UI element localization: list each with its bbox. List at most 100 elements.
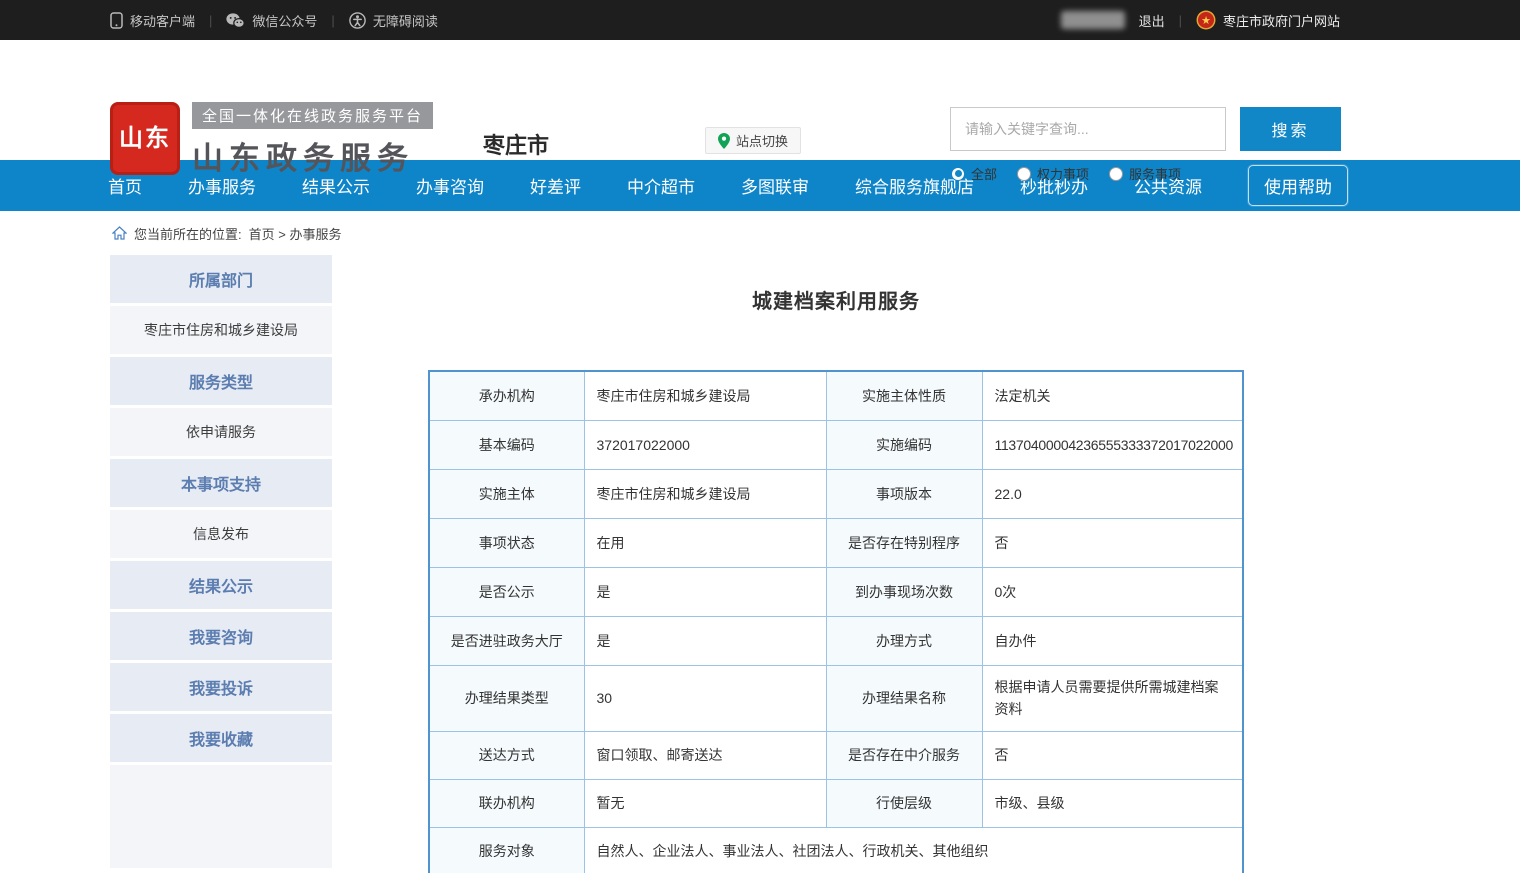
field-label: 联办机构 xyxy=(429,779,584,827)
topbar-link-mobile[interactable]: 移动客户端 xyxy=(110,11,195,30)
table-row: 送达方式窗口领取、邮寄送达是否存在中介服务否 xyxy=(429,731,1243,779)
radio-icon xyxy=(951,167,965,181)
search-scope-radio[interactable]: 全部 xyxy=(951,164,997,183)
field-label: 实施主体性质 xyxy=(826,371,982,420)
field-value: 372017022000 xyxy=(584,420,826,469)
sidebar: 所属部门枣庄市住房和城乡建设局服务类型依申请服务本事项支持信息发布结果公示我要咨… xyxy=(110,255,332,868)
sidebar-item[interactable]: 服务类型 xyxy=(110,357,332,405)
national-emblem-icon: ★ xyxy=(1196,10,1216,30)
field-value: 枣庄市住房和城乡建设局 xyxy=(584,371,826,420)
nav-item[interactable]: 好差评 xyxy=(530,173,581,198)
nav-item[interactable]: 多图联审 xyxy=(741,173,809,198)
topbar-link-accessibility[interactable]: 无障碍阅读 xyxy=(349,11,438,30)
topbar-links: 移动客户端 | 微信公众号 | 无障碍阅读 xyxy=(110,11,438,30)
breadcrumb-separator: > xyxy=(275,227,290,242)
field-value: 法定机关 xyxy=(982,371,1243,420)
field-value: 是 xyxy=(584,567,826,616)
table-row: 服务对象自然人、企业法人、事业法人、社团法人、行政机关、其他组织 xyxy=(429,827,1243,873)
search-input[interactable] xyxy=(950,107,1226,151)
field-value: 否 xyxy=(982,518,1243,567)
svg-text:★: ★ xyxy=(1201,15,1211,27)
topbar-user-area: 退出 | ★ 枣庄市政府门户网站 xyxy=(1061,10,1340,30)
topbar: 移动客户端 | 微信公众号 | 无障碍阅读 退出 | ★ 枣庄市政府门户网站 xyxy=(0,0,1520,40)
table-row: 实施主体枣庄市住房和城乡建设局事项版本22.0 xyxy=(429,469,1243,518)
nav-item[interactable]: 使用帮助 xyxy=(1248,165,1348,206)
search-button[interactable]: 搜索 xyxy=(1240,107,1341,151)
field-label: 事项状态 xyxy=(429,518,584,567)
field-value: 30 xyxy=(584,665,826,731)
mobile-icon xyxy=(110,12,123,29)
sidebar-item[interactable]: 枣庄市住房和城乡建设局 xyxy=(110,306,332,354)
field-label: 实施编码 xyxy=(826,420,982,469)
sidebar-item[interactable]: 所属部门 xyxy=(110,255,332,303)
field-value: 22.0 xyxy=(982,469,1243,518)
breadcrumb: 您当前所在的位置: 首页 > 办事服务 xyxy=(0,211,1520,255)
field-label: 到办事现场次数 xyxy=(826,567,982,616)
sidebar-item[interactable]: 信息发布 xyxy=(110,510,332,558)
field-label: 办理方式 xyxy=(826,616,982,665)
portal-link-label: 枣庄市政府门户网站 xyxy=(1223,11,1340,30)
breadcrumb-link[interactable]: 首页 xyxy=(249,227,275,242)
portal-link[interactable]: ★ 枣庄市政府门户网站 xyxy=(1196,10,1340,30)
site-header: 山东 全国一体化在线政务服务平台 山东政务服务 枣庄市 站点切换 搜索 全部权力… xyxy=(0,40,1520,160)
content-area: 所属部门枣庄市住房和城乡建设局服务类型依申请服务本事项支持信息发布结果公示我要咨… xyxy=(0,255,1520,873)
topbar-link-label: 无障碍阅读 xyxy=(373,11,438,30)
field-label: 实施主体 xyxy=(429,469,584,518)
topbar-link-label: 微信公众号 xyxy=(252,11,317,30)
field-label: 是否公示 xyxy=(429,567,584,616)
field-value: 自办件 xyxy=(982,616,1243,665)
field-label: 办理结果类型 xyxy=(429,665,584,731)
page-title: 城建档案利用服务 xyxy=(428,285,1244,314)
sidebar-item[interactable]: 我要投诉 xyxy=(110,663,332,711)
table-row: 联办机构暂无行使层级市级、县级 xyxy=(429,779,1243,827)
search-scope-radio[interactable]: 权力事项 xyxy=(1017,164,1089,183)
shandong-seal-icon: 山东 xyxy=(110,102,180,175)
field-label: 送达方式 xyxy=(429,731,584,779)
sidebar-item[interactable]: 依申请服务 xyxy=(110,408,332,456)
breadcrumb-links: 首页 > 办事服务 xyxy=(249,224,342,243)
site-logo[interactable]: 山东 全国一体化在线政务服务平台 山东政务服务 xyxy=(110,102,433,178)
table-row: 事项状态在用是否存在特别程序否 xyxy=(429,518,1243,567)
table-row: 是否公示是到办事现场次数0次 xyxy=(429,567,1243,616)
field-value: 自然人、企业法人、事业法人、社团法人、行政机关、其他组织 xyxy=(584,827,1243,873)
logout-button[interactable]: 退出 xyxy=(1139,11,1165,30)
field-value: 市级、县级 xyxy=(982,779,1243,827)
nav-item[interactable]: 中介超市 xyxy=(627,173,695,198)
field-value: 枣庄市住房和城乡建设局 xyxy=(584,469,826,518)
field-value: 是 xyxy=(584,616,826,665)
topbar-separator: | xyxy=(209,13,212,28)
accessibility-icon xyxy=(349,12,366,29)
field-label: 承办机构 xyxy=(429,371,584,420)
field-value: 否 xyxy=(982,731,1243,779)
field-value: 窗口领取、邮寄送达 xyxy=(584,731,826,779)
table-row: 承办机构枣庄市住房和城乡建设局实施主体性质法定机关 xyxy=(429,371,1243,420)
field-value: 根据申请人员需要提供所需城建档案资料 xyxy=(982,665,1243,731)
topbar-separator: | xyxy=(1179,13,1182,28)
sidebar-item[interactable]: 结果公示 xyxy=(110,561,332,609)
username-masked xyxy=(1061,11,1125,29)
topbar-link-wechat[interactable]: 微信公众号 xyxy=(226,11,317,30)
site-switch-label: 站点切换 xyxy=(736,131,788,150)
table-row: 是否进驻政务大厅是办理方式自办件 xyxy=(429,616,1243,665)
field-label: 是否进驻政务大厅 xyxy=(429,616,584,665)
field-label: 是否存在特别程序 xyxy=(826,518,982,567)
sidebar-item[interactable]: 我要咨询 xyxy=(110,612,332,660)
search-scope-radio[interactable]: 服务事项 xyxy=(1109,164,1181,183)
location-pin-icon xyxy=(718,133,730,149)
radio-label: 服务事项 xyxy=(1129,164,1181,183)
field-value: 0次 xyxy=(982,567,1243,616)
site-switch-button[interactable]: 站点切换 xyxy=(705,127,801,154)
sidebar-filler xyxy=(110,765,332,868)
field-value: 11370400004236555333372017022000 xyxy=(982,420,1243,469)
service-detail-table: 承办机构枣庄市住房和城乡建设局实施主体性质法定机关基本编码37201702200… xyxy=(428,370,1244,873)
breadcrumb-prefix: 您当前所在的位置: xyxy=(134,224,242,243)
field-label: 基本编码 xyxy=(429,420,584,469)
table-row: 基本编码372017022000实施编码11370400004236555333… xyxy=(429,420,1243,469)
radio-label: 权力事项 xyxy=(1037,164,1089,183)
topbar-separator: | xyxy=(331,13,334,28)
search-scope-options: 全部 权力事项 服务事项 xyxy=(951,164,1181,183)
sidebar-item[interactable]: 本事项支持 xyxy=(110,459,332,507)
breadcrumb-link[interactable]: 办事服务 xyxy=(289,227,341,242)
sidebar-item[interactable]: 我要收藏 xyxy=(110,714,332,762)
radio-icon xyxy=(1017,167,1031,181)
